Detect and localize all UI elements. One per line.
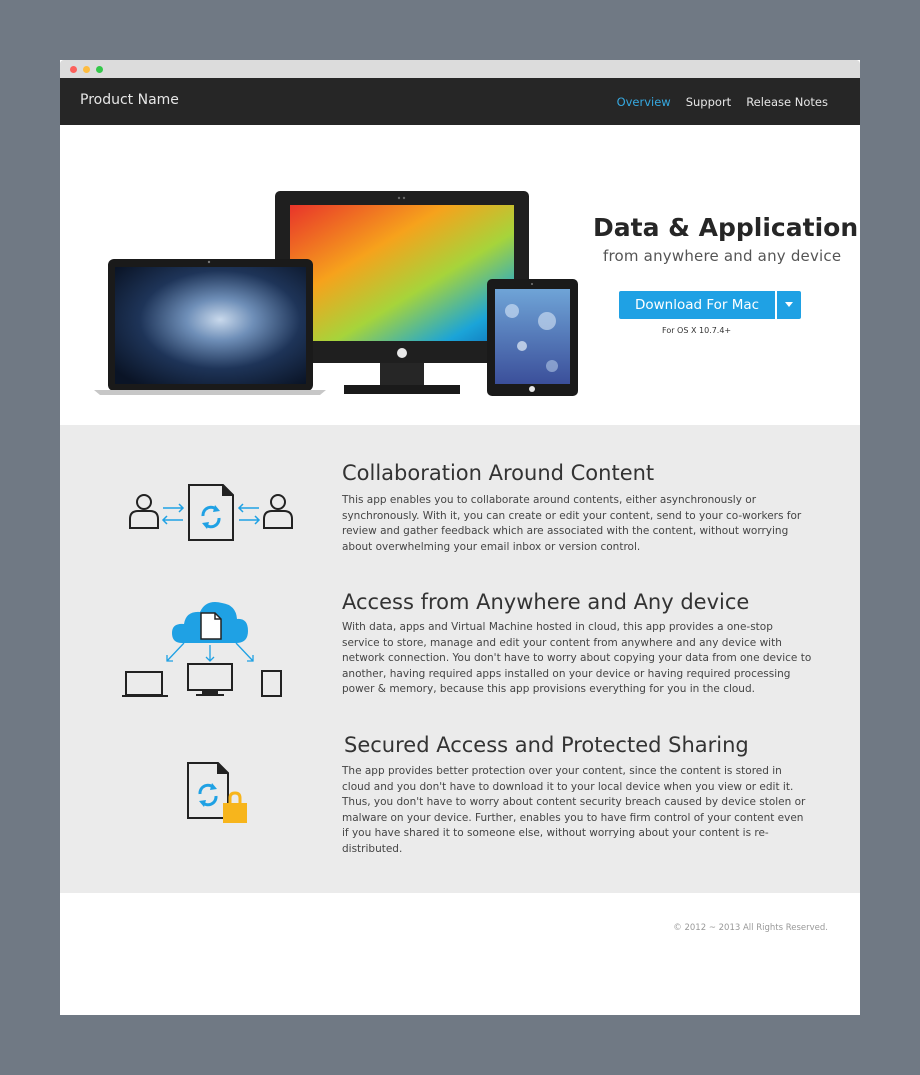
- feature-text-collaboration: This app enables you to collaborate arou…: [342, 494, 802, 553]
- hero-title: Data & Application: [593, 213, 859, 242]
- devices-illustration: [94, 191, 578, 396]
- nav-release-notes[interactable]: Release Notes: [746, 95, 828, 109]
- zoom-window-button[interactable]: [96, 66, 103, 73]
- collaboration-icon: [129, 484, 293, 541]
- secure-document-icon: [187, 762, 247, 823]
- nav-overview[interactable]: Overview: [617, 95, 671, 109]
- features-section: Collaboration Around Content This app en…: [60, 425, 860, 893]
- laptop-device: [94, 259, 326, 395]
- minimize-window-button[interactable]: [83, 66, 90, 73]
- brand-name[interactable]: Product Name: [80, 92, 179, 108]
- nav-menu: Overview Support Release Notes: [617, 95, 828, 109]
- hero-subtitle: from anywhere and any device: [603, 247, 842, 265]
- feature-title-access-anywhere: Access from Anywhere and Any device: [342, 590, 750, 614]
- nav-support[interactable]: Support: [686, 95, 731, 109]
- tablet-device: [487, 279, 578, 396]
- feature-title-secured-access: Secured Access and Protected Sharing: [344, 733, 749, 757]
- download-button-group: Download For Mac: [619, 291, 801, 319]
- feature-text-access-anywhere: With data, apps and Virtual Machine host…: [342, 621, 812, 695]
- cloud-devices-icon: [122, 602, 282, 697]
- top-navbar: Product Name Overview Support Release No…: [60, 78, 860, 125]
- copyright-text: © 2012 ~ 2013 All Rights Reserved.: [673, 923, 828, 933]
- browser-window: Product Name Overview Support Release No…: [60, 60, 860, 1015]
- feature-text-secured-access: The app provides better protection over …: [342, 765, 806, 855]
- os-requirement-note: For OS X 10.7.4+: [662, 326, 732, 335]
- window-titlebar: [60, 60, 860, 78]
- hero-section: Data & Application from anywhere and any…: [60, 125, 860, 425]
- feature-title-collaboration: Collaboration Around Content: [342, 461, 655, 485]
- close-window-button[interactable]: [70, 66, 77, 73]
- download-for-mac-button[interactable]: Download For Mac: [619, 291, 775, 319]
- download-options-dropdown[interactable]: [777, 291, 801, 319]
- page-footer: © 2012 ~ 2013 All Rights Reserved.: [60, 893, 860, 1015]
